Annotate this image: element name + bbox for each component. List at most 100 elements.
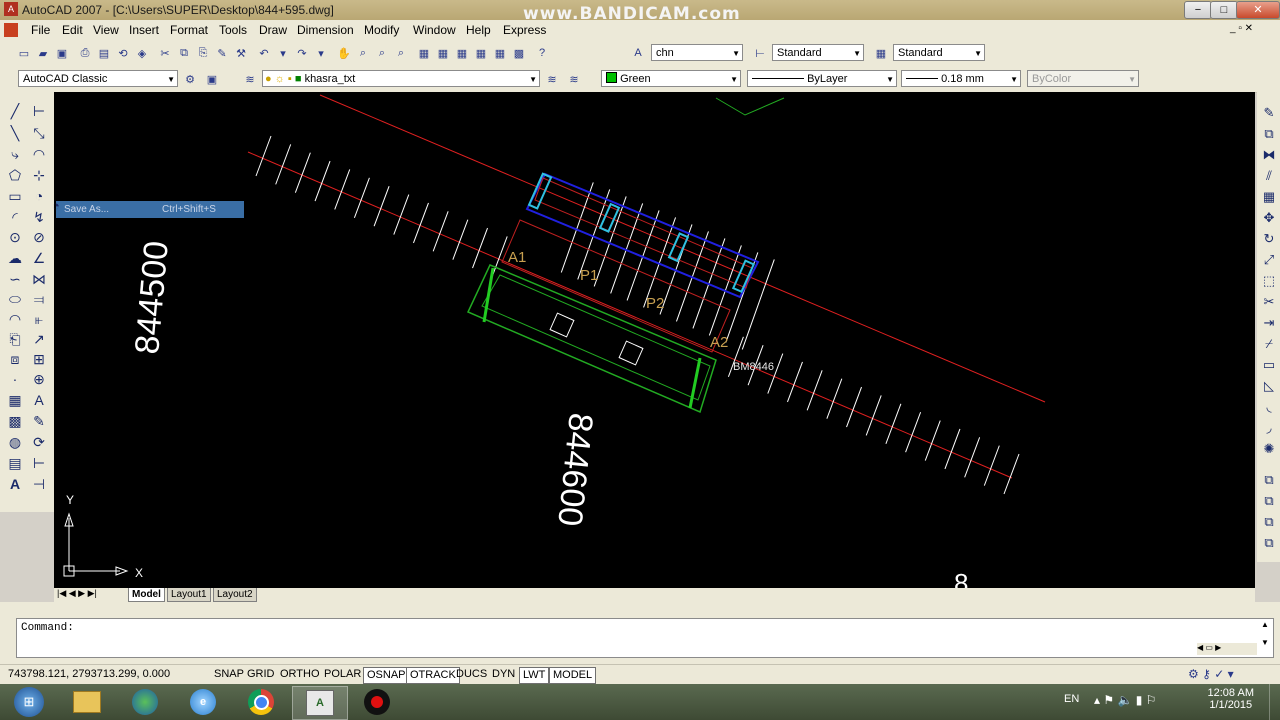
draw-order-icon[interactable]: ⧉	[1260, 471, 1278, 489]
properties-icon[interactable]: ▦	[416, 45, 432, 61]
document-icon[interactable]	[4, 23, 18, 37]
dim-jogged-icon[interactable]: ↯	[30, 208, 48, 226]
paste-icon[interactable]: ⎘	[195, 45, 211, 61]
dim-baseline-icon[interactable]: ⫤	[30, 290, 48, 308]
menu-express[interactable]: Express	[503, 23, 546, 37]
dim-edit-icon[interactable]: A	[30, 391, 48, 409]
model-toggle[interactable]: MODEL	[549, 667, 597, 684]
make-current-layer-icon[interactable]: ≋	[544, 71, 560, 87]
menu-view[interactable]: View	[93, 23, 119, 37]
undo-dropdown-icon[interactable]: ▾	[275, 45, 291, 61]
markup-icon[interactable]: ▦	[492, 45, 508, 61]
dim-ordinate-icon[interactable]: ⊹	[30, 166, 48, 184]
coordinate-readout[interactable]: 743798.121, 2793713.299, 0.000	[8, 668, 170, 680]
line-icon[interactable]: ╱	[6, 102, 24, 120]
menu-help[interactable]: Help	[466, 23, 491, 37]
color-select[interactable]: Green ▼	[601, 70, 741, 87]
hatch-icon[interactable]: ▦	[6, 391, 24, 409]
draw-order-text-icon[interactable]: ⧉	[1260, 534, 1278, 552]
chrome-taskbar-icon[interactable]	[234, 686, 288, 718]
system-clock[interactable]: 12:08 AM 1/1/2015	[1208, 687, 1254, 711]
menu-dimension[interactable]: Dimension	[297, 23, 354, 37]
save-icon[interactable]: ▣	[54, 45, 70, 61]
zoom-window-icon[interactable]: ⌕	[374, 45, 390, 61]
draw-order-back-icon[interactable]: ⧉	[1260, 513, 1278, 531]
plotstyle-select[interactable]: ByColor ▼	[1027, 70, 1139, 87]
dim-text-edit-icon[interactable]: ✎	[30, 412, 48, 430]
construction-line-icon[interactable]: ╲	[6, 124, 24, 142]
new-icon[interactable]: ▭	[16, 45, 32, 61]
redo-icon[interactable]: ↷	[294, 45, 310, 61]
menu-draw[interactable]: Draw	[259, 23, 287, 37]
dim-update-icon[interactable]: ⟳	[30, 433, 48, 451]
draw-order-front-icon[interactable]: ⧉	[1260, 492, 1278, 510]
design-center-icon[interactable]: ▦	[435, 45, 451, 61]
restore-button[interactable]: □	[1210, 1, 1238, 19]
plot-icon[interactable]: ⎙	[77, 45, 93, 61]
layer-manager-icon[interactable]: ≋	[242, 71, 258, 87]
osnap-toggle[interactable]: OSNAP	[363, 667, 410, 684]
snap-toggle[interactable]: SNAP	[211, 667, 247, 682]
gradient-icon[interactable]: ▩	[6, 412, 24, 430]
dim-linear-icon[interactable]: ⊢	[30, 102, 48, 120]
dim-angular-icon[interactable]: ∠	[30, 249, 48, 267]
sheet-set-icon[interactable]: ▦	[473, 45, 489, 61]
zoom-realtime-icon[interactable]: ⌕	[355, 45, 371, 61]
bandicam-taskbar-icon[interactable]	[350, 686, 404, 718]
tray-icons[interactable]: ▴ ⚑ 🔈 ▮ ⚐	[1094, 693, 1156, 707]
open-icon[interactable]: ▰	[35, 45, 51, 61]
linetype-select[interactable]: ByLayer ▼	[747, 70, 897, 87]
tab-layout1[interactable]: Layout1	[167, 588, 211, 602]
pan-icon[interactable]: ✋	[336, 45, 352, 61]
ellipse-icon[interactable]: ⬭	[6, 290, 24, 308]
copy-icon[interactable]: ⧉	[176, 45, 192, 61]
dim-continue-icon[interactable]: ⫦	[30, 310, 48, 328]
command-hscroll[interactable]: ◀ ▭ ▶	[1197, 643, 1257, 655]
ie-taskbar-icon[interactable]: e	[176, 686, 230, 718]
point-icon[interactable]: ·	[6, 370, 24, 388]
ortho-toggle[interactable]: ORTHO	[277, 667, 323, 682]
workspace-settings-icon[interactable]: ⚙	[182, 71, 198, 87]
break-icon[interactable]: ⌿	[1260, 335, 1278, 353]
menu-edit[interactable]: Edit	[62, 23, 83, 37]
polar-toggle[interactable]: POLAR	[321, 667, 364, 682]
help-icon[interactable]: ?	[534, 45, 550, 61]
ellipse-arc-icon[interactable]: ◠	[6, 310, 24, 328]
stretch-icon[interactable]: ⬚	[1260, 272, 1278, 290]
dim-arc-icon[interactable]: ◠	[30, 145, 48, 163]
start-button[interactable]: ⊞	[2, 686, 56, 718]
cut-icon[interactable]: ✂	[157, 45, 173, 61]
preview-icon[interactable]: ▤	[96, 45, 112, 61]
dim-style-icon[interactable]: ⊢	[30, 454, 48, 472]
arc-icon[interactable]: ◜	[6, 208, 24, 226]
doc-window-controls[interactable]: _ ▫ ✕	[1230, 23, 1253, 34]
fillet-icon[interactable]: ◟	[1260, 398, 1278, 416]
menu-insert[interactable]: Insert	[129, 23, 159, 37]
zoom-previous-icon[interactable]: ⌕	[393, 45, 409, 61]
minimize-button[interactable]: −	[1184, 1, 1212, 19]
autocad-taskbar-icon[interactable]: A	[292, 686, 348, 720]
autocad-app-icon[interactable]: A	[4, 2, 18, 16]
menu-tools[interactable]: Tools	[219, 23, 247, 37]
array-icon[interactable]: ▦	[1260, 188, 1278, 206]
redo-dropdown-icon[interactable]: ▾	[313, 45, 329, 61]
save-as-menu-item[interactable]: ◔ Save As... Ctrl+Shift+S	[52, 198, 244, 218]
menu-modify[interactable]: Modify	[364, 23, 399, 37]
text-style-select[interactable]: chn ▼	[651, 44, 743, 61]
tab-nav-arrows[interactable]: |◀ ◀ ▶ ▶|	[57, 588, 97, 599]
dim-style-select[interactable]: Standard ▼	[772, 44, 864, 61]
copy-object-icon[interactable]: ⧉	[1260, 125, 1278, 143]
table-icon[interactable]: ▤	[6, 454, 24, 472]
drawing-canvas[interactable]: 844500 844600 A1 P1 P2 A2 BM8446 8 Y X	[54, 92, 1255, 588]
trim-icon[interactable]: ✂	[1260, 293, 1278, 311]
table-style-select[interactable]: Standard ▼	[893, 44, 985, 61]
dim-override-icon[interactable]: ⊣	[30, 475, 48, 493]
dim-aligned-icon[interactable]: ⤡	[30, 124, 48, 142]
move-icon[interactable]: ✥	[1260, 209, 1278, 227]
join-icon[interactable]: ▭	[1260, 356, 1278, 374]
quick-dim-icon[interactable]: ⋈	[30, 270, 48, 288]
workspace-select[interactable]: AutoCAD Classic ▼	[18, 70, 178, 87]
ducs-toggle[interactable]: DUCS	[453, 667, 490, 682]
language-indicator[interactable]: EN	[1064, 693, 1079, 705]
lwt-toggle[interactable]: LWT	[519, 667, 550, 684]
